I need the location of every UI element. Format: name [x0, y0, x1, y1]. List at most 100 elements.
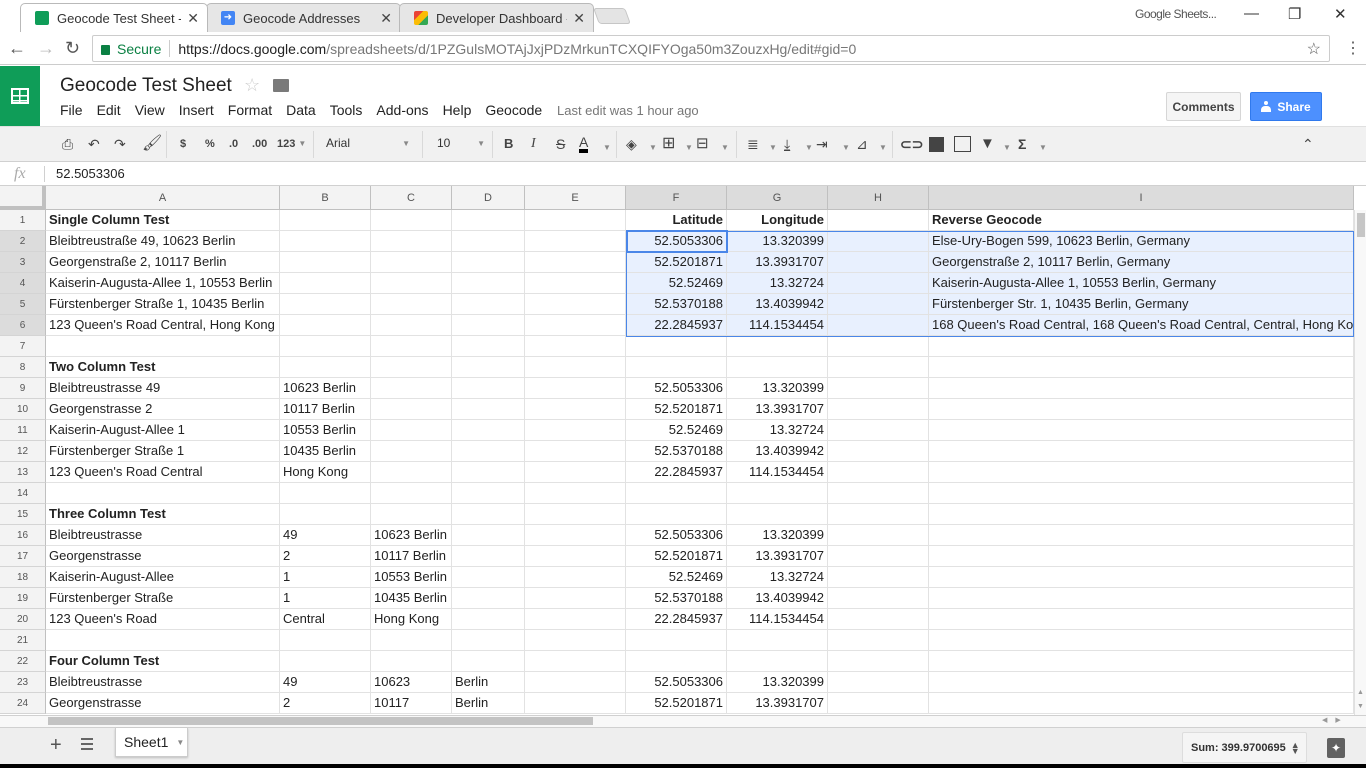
- cell-b15[interactable]: [280, 504, 371, 525]
- cell-a12[interactable]: Fürstenberger Straße 1: [46, 441, 280, 462]
- cell-b23[interactable]: 49: [280, 672, 371, 693]
- cell-e6[interactable]: [525, 315, 626, 336]
- row-header-18[interactable]: 18: [0, 567, 46, 588]
- cell-d6[interactable]: [452, 315, 525, 336]
- forward-icon[interactable]: →: [37, 38, 55, 59]
- cell-i8[interactable]: [929, 357, 1354, 378]
- cell-f4[interactable]: 52.52469: [626, 273, 727, 294]
- bold-button[interactable]: B: [504, 135, 513, 153]
- explore-icon[interactable]: ✦: [1327, 738, 1345, 758]
- cell-h10[interactable]: [828, 399, 929, 420]
- cell-d19[interactable]: [452, 588, 525, 609]
- cell-e20[interactable]: [525, 609, 626, 630]
- cell-b3[interactable]: [280, 252, 371, 273]
- cell-g17[interactable]: 13.3931707: [727, 546, 828, 567]
- cell-e5[interactable]: [525, 294, 626, 315]
- text-color-button[interactable]: A: [579, 135, 589, 153]
- cell-b21[interactable]: [280, 630, 371, 651]
- horizontal-scroll-arrows[interactable]: ◀▶: [1322, 716, 1349, 724]
- cell-c8[interactable]: [371, 357, 452, 378]
- cell-c22[interactable]: [371, 651, 452, 672]
- cell-e8[interactable]: [525, 357, 626, 378]
- cell-i16[interactable]: [929, 525, 1354, 546]
- cell-a17[interactable]: Georgenstrasse: [46, 546, 280, 567]
- cell-b22[interactable]: [280, 651, 371, 672]
- fill-color-icon[interactable]: ◈: [626, 135, 637, 153]
- row-header-23[interactable]: 23: [0, 672, 46, 693]
- insert-comment-icon[interactable]: [929, 137, 944, 152]
- menu-format[interactable]: Format: [228, 102, 272, 118]
- cell-d21[interactable]: [452, 630, 525, 651]
- cell-a20[interactable]: 123 Queen's Road: [46, 609, 280, 630]
- cell-g10[interactable]: 13.3931707: [727, 399, 828, 420]
- cell-g7[interactable]: [727, 336, 828, 357]
- cell-d12[interactable]: [452, 441, 525, 462]
- row-header-14[interactable]: 14: [0, 483, 46, 504]
- cell-g5[interactable]: 13.4039942: [727, 294, 828, 315]
- cell-b18[interactable]: 1: [280, 567, 371, 588]
- cell-f21[interactable]: [626, 630, 727, 651]
- row-header-2[interactable]: 2: [0, 231, 46, 252]
- cell-d23[interactable]: Berlin: [452, 672, 525, 693]
- cell-f11[interactable]: 52.52469: [626, 420, 727, 441]
- cell-e4[interactable]: [525, 273, 626, 294]
- cell-c4[interactable]: [371, 273, 452, 294]
- cell-e2[interactable]: [525, 231, 626, 252]
- cell-c7[interactable]: [371, 336, 452, 357]
- cell-h6[interactable]: [828, 315, 929, 336]
- cell-f13[interactable]: 22.2845937: [626, 462, 727, 483]
- sheet-tab-sheet1[interactable]: Sheet1 ▼: [115, 728, 188, 757]
- cell-e3[interactable]: [525, 252, 626, 273]
- vertical-align-icon[interactable]: ⤓: [784, 135, 790, 153]
- cell-a21[interactable]: [46, 630, 280, 651]
- cell-e9[interactable]: [525, 378, 626, 399]
- dropdown-caret-icon[interactable]: ▼: [721, 139, 729, 157]
- cell-d8[interactable]: [452, 357, 525, 378]
- cell-d4[interactable]: [452, 273, 525, 294]
- cell-c2[interactable]: [371, 231, 452, 252]
- cell-h2[interactable]: [828, 231, 929, 252]
- cell-f24[interactable]: 52.5201871: [626, 693, 727, 714]
- close-tab-icon[interactable]: ✕: [187, 10, 199, 27]
- vertical-scroll-thumb[interactable]: [1357, 213, 1365, 237]
- folder-icon[interactable]: [273, 79, 289, 92]
- insert-link-icon[interactable]: ⊂⊃: [900, 135, 923, 153]
- cell-b6[interactable]: [280, 315, 371, 336]
- currency-format-button[interactable]: $: [180, 135, 186, 153]
- cell-g18[interactable]: 13.32724: [727, 567, 828, 588]
- row-header-17[interactable]: 17: [0, 546, 46, 567]
- cell-i18[interactable]: [929, 567, 1354, 588]
- cell-i23[interactable]: [929, 672, 1354, 693]
- cell-e18[interactable]: [525, 567, 626, 588]
- cell-b19[interactable]: 1: [280, 588, 371, 609]
- horizontal-align-icon[interactable]: ≣: [747, 135, 759, 153]
- cell-g15[interactable]: [727, 504, 828, 525]
- cell-d18[interactable]: [452, 567, 525, 588]
- sum-indicator[interactable]: Sum: 399.9700695 ▲ ▼: [1182, 732, 1307, 763]
- cell-f23[interactable]: 52.5053306: [626, 672, 727, 693]
- row-header-15[interactable]: 15: [0, 504, 46, 525]
- decrease-decimal-button[interactable]: .0: [229, 135, 238, 153]
- cell-i6[interactable]: 168 Queen's Road Central, 168 Queen's Ro…: [929, 315, 1354, 336]
- paint-format-icon[interactable]: 🖌: [142, 135, 162, 153]
- dropdown-caret-icon[interactable]: ▼: [685, 139, 693, 157]
- close-tab-icon[interactable]: ✕: [380, 10, 392, 27]
- cell-e10[interactable]: [525, 399, 626, 420]
- cell-f5[interactable]: 52.5370188: [626, 294, 727, 315]
- cell-f22[interactable]: [626, 651, 727, 672]
- cell-i10[interactable]: [929, 399, 1354, 420]
- cell-a7[interactable]: [46, 336, 280, 357]
- cell-c24[interactable]: 10117: [371, 693, 452, 714]
- cell-h20[interactable]: [828, 609, 929, 630]
- column-header-e[interactable]: E: [525, 186, 626, 210]
- cell-a13[interactable]: 123 Queen's Road Central: [46, 462, 280, 483]
- cell-f12[interactable]: 52.5370188: [626, 441, 727, 462]
- cell-g19[interactable]: 13.4039942: [727, 588, 828, 609]
- cell-g23[interactable]: 13.320399: [727, 672, 828, 693]
- cell-f6[interactable]: 22.2845937: [626, 315, 727, 336]
- row-header-8[interactable]: 8: [0, 357, 46, 378]
- cell-e16[interactable]: [525, 525, 626, 546]
- cell-b17[interactable]: 2: [280, 546, 371, 567]
- cell-g24[interactable]: 13.3931707: [727, 693, 828, 714]
- functions-button[interactable]: Σ: [1018, 135, 1026, 153]
